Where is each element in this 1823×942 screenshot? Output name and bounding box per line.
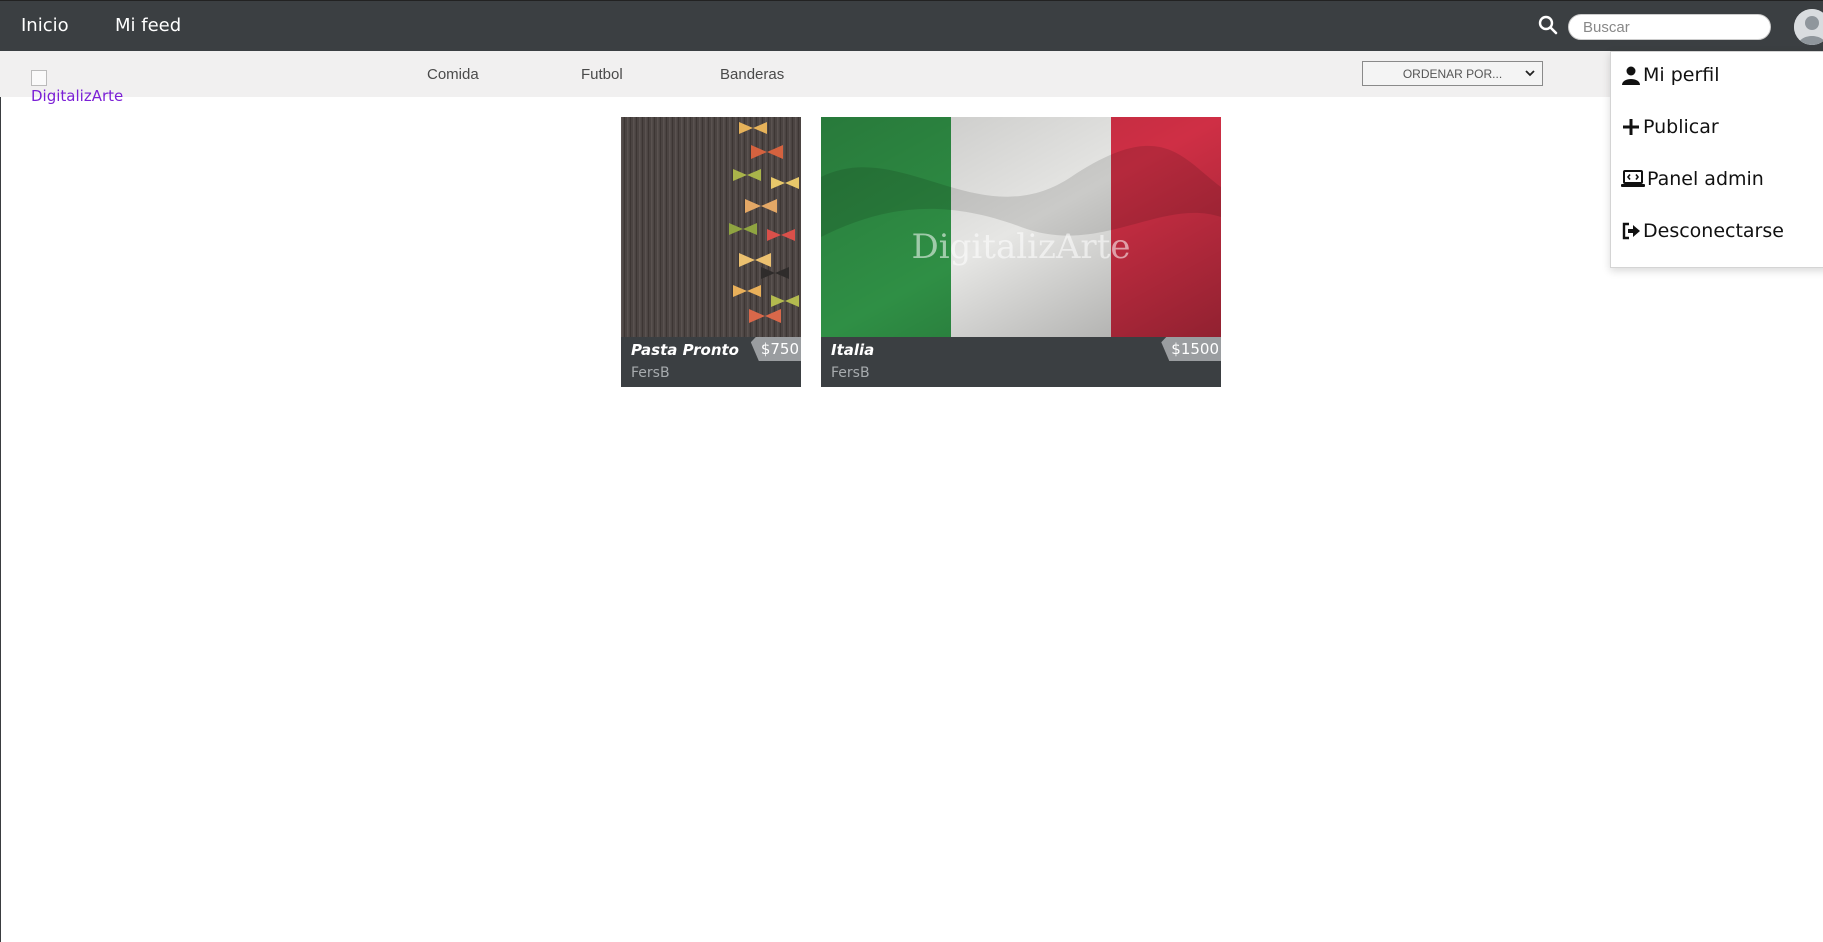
order-by-value: ORDENAR POR... (1402, 66, 1503, 81)
sign-out-icon (1622, 222, 1640, 240)
nav-link-inicio[interactable]: Inicio (21, 15, 69, 36)
product-card[interactable]: DigitalizArte Italia $1500 FersB (821, 117, 1221, 387)
product-title: Italia (831, 341, 875, 359)
nav-link-mi-feed[interactable]: Mi feed (115, 15, 181, 36)
window-border (0, 0, 1, 942)
avatar-icon (1794, 9, 1823, 45)
category-futbol[interactable]: Futbol (581, 66, 623, 83)
product-image: DigitalizArte (821, 117, 1221, 337)
chevron-down-icon (1525, 70, 1535, 77)
menu-item-label: Publicar (1643, 116, 1719, 138)
laptop-code-icon (1621, 170, 1645, 187)
price-badge: $750 (750, 337, 801, 361)
menu-item-desconectarse[interactable]: Desconectarse (1621, 216, 1784, 246)
menu-item-label: Mi perfil (1643, 64, 1720, 86)
category-banderas[interactable]: Banderas (720, 66, 784, 83)
menu-item-label: Panel admin (1647, 168, 1764, 190)
category-bar (0, 51, 1823, 97)
product-title: Pasta Pronto (631, 341, 739, 359)
menu-item-mi-perfil[interactable]: Mi perfil (1621, 60, 1720, 90)
product-author[interactable]: FersB (631, 365, 670, 381)
menu-item-panel-admin[interactable]: Panel admin (1621, 164, 1764, 194)
search-icon[interactable] (1538, 15, 1558, 35)
top-navbar: Inicio Mi feed (0, 0, 1823, 52)
order-by-select[interactable]: ORDENAR POR... (1362, 61, 1543, 86)
broken-image-icon (31, 70, 47, 86)
search-input[interactable] (1568, 14, 1771, 40)
price-badge: $1500 (1161, 337, 1221, 361)
user-icon (1622, 66, 1640, 85)
plus-icon (1623, 119, 1639, 135)
menu-item-label: Desconectarse (1643, 220, 1784, 242)
product-author[interactable]: FersB (831, 365, 870, 381)
category-comida[interactable]: Comida (427, 66, 479, 83)
logo-alt-text[interactable]: DigitalizArte (31, 87, 123, 105)
user-avatar[interactable] (1794, 9, 1823, 45)
logo[interactable] (31, 70, 47, 86)
product-card[interactable]: Pasta Pronto $750 FersB (621, 117, 801, 387)
menu-item-publicar[interactable]: Publicar (1621, 112, 1719, 142)
watermark-text: DigitalizArte (911, 227, 1131, 267)
product-image (621, 117, 801, 337)
user-dropdown-menu: Mi perfil Publicar Panel admin Desconect… (1610, 51, 1823, 268)
